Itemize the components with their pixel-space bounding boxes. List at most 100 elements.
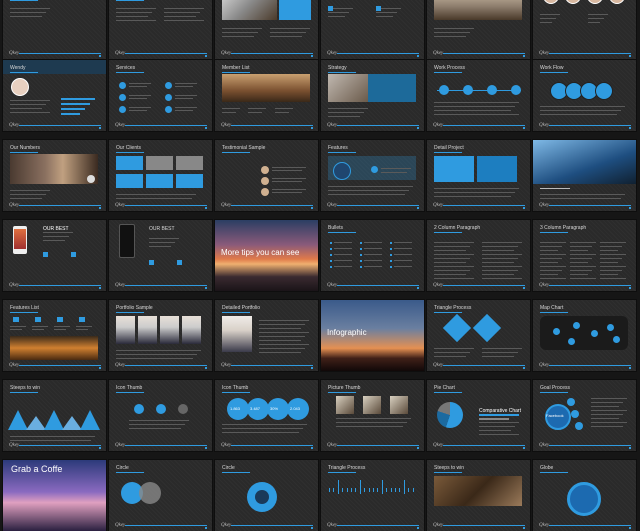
text-line [570,274,588,275]
title-underline [222,72,250,73]
slide-thumbnail[interactable]: Features List Qkey [3,300,106,371]
slide-thumbnail[interactable]: Globe Qkey [533,460,636,531]
icon-thumb [156,404,166,414]
slide-thumbnail[interactable]: Triangle Process Qkey [321,460,424,531]
bullet-dot [390,254,392,256]
step-triangle [80,410,100,430]
logo-text: Qkey [539,283,550,288]
logo-text: Qkey [433,443,444,448]
slide-thumbnail[interactable]: Our Clients Qkey [109,140,212,211]
logo-text: Qkey [433,51,444,56]
slide-thumbnail[interactable]: 3 Column Paragraph Qkey [533,220,636,291]
slide-thumbnail[interactable]: Qkey [533,0,636,59]
bullet-text [334,248,352,249]
slide-thumbnail[interactable]: Detail Project Qkey [427,140,530,211]
slide-thumbnail[interactable]: Qkey [215,0,318,59]
slide-thumbnail[interactable]: OUR BEST Qkey [109,220,212,291]
slide-thumbnail[interactable]: Testimonial Sample Qkey [215,140,318,211]
bullet-dot [330,242,332,244]
slide-thumbnail[interactable]: Qkey [427,0,530,59]
client-tile [146,156,173,170]
text-line [149,238,179,239]
slide-thumbnail[interactable]: Qkey [533,140,636,211]
text-line [434,114,519,115]
text-line [259,348,305,349]
slide-thumbnail[interactable]: Pie Chart Qkey Comparative Chart [427,380,530,451]
title-underline [222,472,250,473]
text-line [434,266,474,267]
text-line [222,428,303,429]
stat-value: 2.043 [290,406,301,411]
slide-thumbnail[interactable]: Features Qkey [321,140,424,211]
slide-thumbnail[interactable]: Steeps to win Qkey [427,460,530,531]
slide-thumbnail[interactable]: Work Flow Qkey [533,60,636,131]
phone-mockup [119,224,135,258]
step-triangle [44,410,64,430]
slide-thumbnail[interactable]: Detailed Portfolio Qkey [215,300,318,371]
slide-thumbnail[interactable]: Icon Thumb Qkey [109,380,212,451]
text-line [600,258,622,259]
logo-text: Qkey [327,443,338,448]
service-icon [165,94,172,101]
text-line [570,270,592,271]
slide-thumbnail[interactable]: Icon Thumb Qkey 1.863 3.487 30% 2.043 [215,380,318,451]
wave-spike [364,488,366,492]
logo-text: Qkey [115,203,126,208]
logo-text: Qkey [115,123,126,128]
text-line [175,110,193,111]
slide-thumbnail[interactable]: Infographic [321,300,424,371]
slide-thumbnail[interactable]: Work Process Qkey [427,60,530,131]
slide-thumbnail[interactable]: About UsQkey [109,0,212,59]
slide-thumbnail[interactable]: Goal Process Qkey Facebook [533,380,636,451]
slide-thumbnail[interactable]: Qkey OUR BEST [3,220,106,291]
step-triangle [62,416,82,430]
slide-thumbnail[interactable]: WelcomeQkey [3,0,106,59]
accent-block [328,6,333,11]
slide-thumbnail[interactable]: Strategy Qkey [321,60,424,131]
text-line [328,112,364,113]
text-line [270,28,310,29]
slide-thumbnail[interactable]: Bullets Qkey [321,220,424,291]
bullet-dot [360,266,362,268]
text-line [540,262,558,263]
text-line [259,324,305,325]
slide-thumbnail[interactable]: Member List Qkey [215,60,318,131]
service-icon [165,106,172,113]
logo-text: Qkey [433,363,444,368]
slide-thumbnail[interactable]: Circle Qkey [109,460,212,531]
slide-thumbnail[interactable]: Triangle Process Qkey [427,300,530,371]
text-line [222,424,307,425]
slide-thumbnail[interactable]: Wendy Qkey [3,60,106,131]
text-line [434,258,470,259]
text-line [482,352,518,353]
slide-thumbnail[interactable]: Qkey [321,0,424,59]
text-line [540,274,558,275]
slide-thumbnail[interactable]: Circle Qkey [215,460,318,531]
text-line [591,422,627,423]
slide-thumbnail[interactable]: Grab a Coffe [3,460,106,531]
wave-spike [359,480,361,494]
slide-title: Steeps to win [434,465,465,471]
page-marker [629,207,631,209]
footer-rule [125,365,207,366]
footer-rule [549,125,631,126]
slide-thumbnail[interactable]: 2 Column Paragraph Qkey [427,220,530,291]
logo-text: Qkey [9,203,20,208]
slide-thumbnail[interactable]: Map Chart Qkey [533,300,636,371]
slide-thumbnail[interactable]: Our Numbers Qkey [3,140,106,211]
slide-title: Circle [116,465,129,471]
slide-thumbnail[interactable]: More tips you can see [215,220,318,291]
page-marker [99,367,101,369]
slide-title: Detail Project [434,145,464,151]
slide-thumbnail[interactable]: Picture Thumb Qkey [321,380,424,451]
slide-thumbnail[interactable]: Services Qkey [109,60,212,131]
footer-rule [19,205,101,206]
page-marker [417,287,419,289]
slide-thumbnail[interactable]: Steeps to win Qkey [3,380,106,451]
page-marker [205,287,207,289]
slide-thumbnail[interactable]: Portfolio Sample Qkey [109,300,212,371]
portfolio-photo [182,316,201,344]
wave-spike [408,488,410,492]
footer-rule [231,205,313,206]
goal-node [571,410,579,418]
